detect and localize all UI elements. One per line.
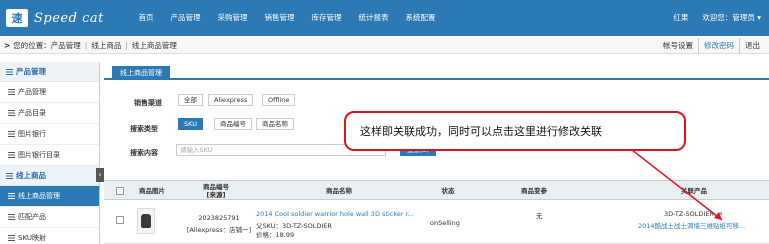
nav-settings[interactable]: 系统配置 xyxy=(397,0,444,36)
table-header: 商品图片 商品编号 [来源] 商品名称 状态 商品变参 关联产品 xyxy=(104,180,769,200)
search-type-label: 搜索类型 xyxy=(130,125,158,133)
nav-products[interactable]: 产品管理 xyxy=(162,0,209,36)
linked-sku: 3D-TZ-SOLDIER ⇄ xyxy=(664,210,723,218)
search-type-sku[interactable]: SKU xyxy=(178,118,203,130)
list-icon xyxy=(8,131,15,137)
col-linked-product: 关联产品 xyxy=(681,187,707,195)
row-checkbox[interactable] xyxy=(116,216,124,224)
chevron-right-icon: > xyxy=(4,41,11,50)
channel-option-aliexpress[interactable]: Aliexpress xyxy=(208,94,254,106)
sidebar-item-image-bank-catalog[interactable]: 图片银行目录 xyxy=(0,145,99,166)
nav-inventory[interactable]: 库存管理 xyxy=(303,0,350,36)
logout-link[interactable]: 退出 xyxy=(739,38,765,54)
breadcrumb-bar: > 您的位置：产品管理 | 线上商品 | 线上商品管理 帐号设置 修改密码 退出 xyxy=(0,38,769,54)
list-icon xyxy=(6,69,13,75)
callout-text: 这样即关联成功，同时可以点击这里进行修改关联 xyxy=(360,125,602,138)
chevron-left-icon: ‹ xyxy=(98,170,102,179)
variant-value: 无 xyxy=(536,212,543,220)
sidebar-item-image-bank[interactable]: 图片银行 xyxy=(0,124,99,145)
edit-link-icon[interactable]: ⇄ xyxy=(717,210,722,218)
tab-bar: 线上商品管理 xyxy=(104,64,769,80)
change-password-link[interactable]: 修改密码 xyxy=(698,38,739,54)
list-icon xyxy=(8,89,15,95)
col-variant: 商品变参 xyxy=(521,187,547,195)
sidebar-item-product-manage[interactable]: 产品管理 xyxy=(0,82,99,103)
user-name[interactable]: 红果 xyxy=(673,0,688,36)
sidebar-item-match-product[interactable]: 匹配产品 xyxy=(0,207,99,228)
list-icon xyxy=(8,214,15,220)
tab-online-products[interactable]: 线上商品管理 xyxy=(112,66,170,80)
sidebar-collapse-button[interactable]: ‹ xyxy=(96,168,104,182)
select-all-checkbox[interactable] xyxy=(116,187,124,195)
account-links: 帐号设置 修改密码 退出 xyxy=(658,38,765,54)
account-settings-link[interactable]: 帐号设置 xyxy=(658,38,698,54)
main-nav: 首页 产品管理 采购管理 销售管理 库存管理 统计报表 系统配置 xyxy=(130,0,444,36)
search-content-label: 搜索内容 xyxy=(130,149,158,157)
channel-option-offline[interactable]: Offline xyxy=(262,94,296,106)
nav-home[interactable]: 首页 xyxy=(130,0,162,36)
sidebar-item-sku-map[interactable]: SKU映射 xyxy=(0,228,99,244)
user-menu[interactable]: 欢迎您：管理员 ▾ xyxy=(702,0,761,36)
list-icon xyxy=(6,173,13,179)
sidebar: 产品管理 产品管理 产品目录 图片银行 图片银行目录 线上商品 线上商品管理 匹… xyxy=(0,62,100,244)
list-icon xyxy=(8,152,15,158)
product-thumbnail[interactable] xyxy=(137,208,155,234)
nav-reports[interactable]: 统计报表 xyxy=(350,0,397,36)
sidebar-group-online[interactable]: 线上商品 xyxy=(0,166,99,186)
list-icon xyxy=(8,193,15,199)
breadcrumb-current: 线上商品管理 xyxy=(131,41,177,50)
breadcrumb: > 您的位置：产品管理 | 线上商品 | 线上商品管理 xyxy=(4,38,177,54)
search-type-product-id[interactable]: 商品编号 xyxy=(214,118,252,130)
product-id: 2023825791 xyxy=(198,214,240,222)
sidebar-group-products[interactable]: 产品管理 xyxy=(0,62,99,82)
col-status: 状态 xyxy=(441,187,455,195)
sidebar-item-product-catalog[interactable]: 产品目录 xyxy=(0,103,99,124)
app-logo[interactable]: 速 Speed cat xyxy=(6,8,104,28)
table-row[interactable]: 2023825791 [Aliexpress：店铺一] 2014 Cool so… xyxy=(104,200,769,244)
channel-option-all[interactable]: 全部 xyxy=(178,94,203,106)
col-id-source: 商品编号 [来源] xyxy=(203,183,229,199)
nav-purchase[interactable]: 采购管理 xyxy=(209,0,256,36)
nav-sales[interactable]: 销售管理 xyxy=(256,0,303,36)
product-title-link[interactable]: 2014 Cool soldier warrior hole wall 3D s… xyxy=(256,210,414,218)
main-content: 线上商品管理 销售渠道 全部 Aliexpress Offline 搜索类型 S… xyxy=(104,60,769,244)
col-image: 商品图片 xyxy=(139,187,165,195)
product-source: [Aliexpress：店铺一] xyxy=(186,226,252,234)
logo-mark: 速 xyxy=(6,9,28,27)
user-area: 红果 欢迎您：管理员 ▾ xyxy=(673,0,761,36)
annotation-callout: 这样即关联成功，同时可以点击这里进行修改关联 xyxy=(344,111,686,151)
search-type-product-name[interactable]: 商品名称 xyxy=(256,118,294,130)
status-badge: onSelling xyxy=(430,219,460,227)
top-navbar: 速 Speed cat 首页 产品管理 采购管理 销售管理 库存管理 统计报表 … xyxy=(0,0,769,36)
channel-label: 销售渠道 xyxy=(134,99,162,107)
col-name: 商品名称 xyxy=(326,187,352,195)
breadcrumb-root[interactable]: 您的位置：产品管理 xyxy=(13,38,81,54)
product-price: 价格：18.99 xyxy=(256,231,295,239)
list-icon xyxy=(8,110,15,116)
list-icon xyxy=(8,235,15,241)
breadcrumb-level2[interactable]: 线上商品 xyxy=(91,38,121,54)
sidebar-item-online-manage[interactable]: 线上商品管理 xyxy=(0,186,99,207)
brand-name: Speed cat xyxy=(34,10,104,26)
linked-product-name[interactable]: 2014酷战士战士洞墙三维贴纸可移... xyxy=(638,220,745,230)
